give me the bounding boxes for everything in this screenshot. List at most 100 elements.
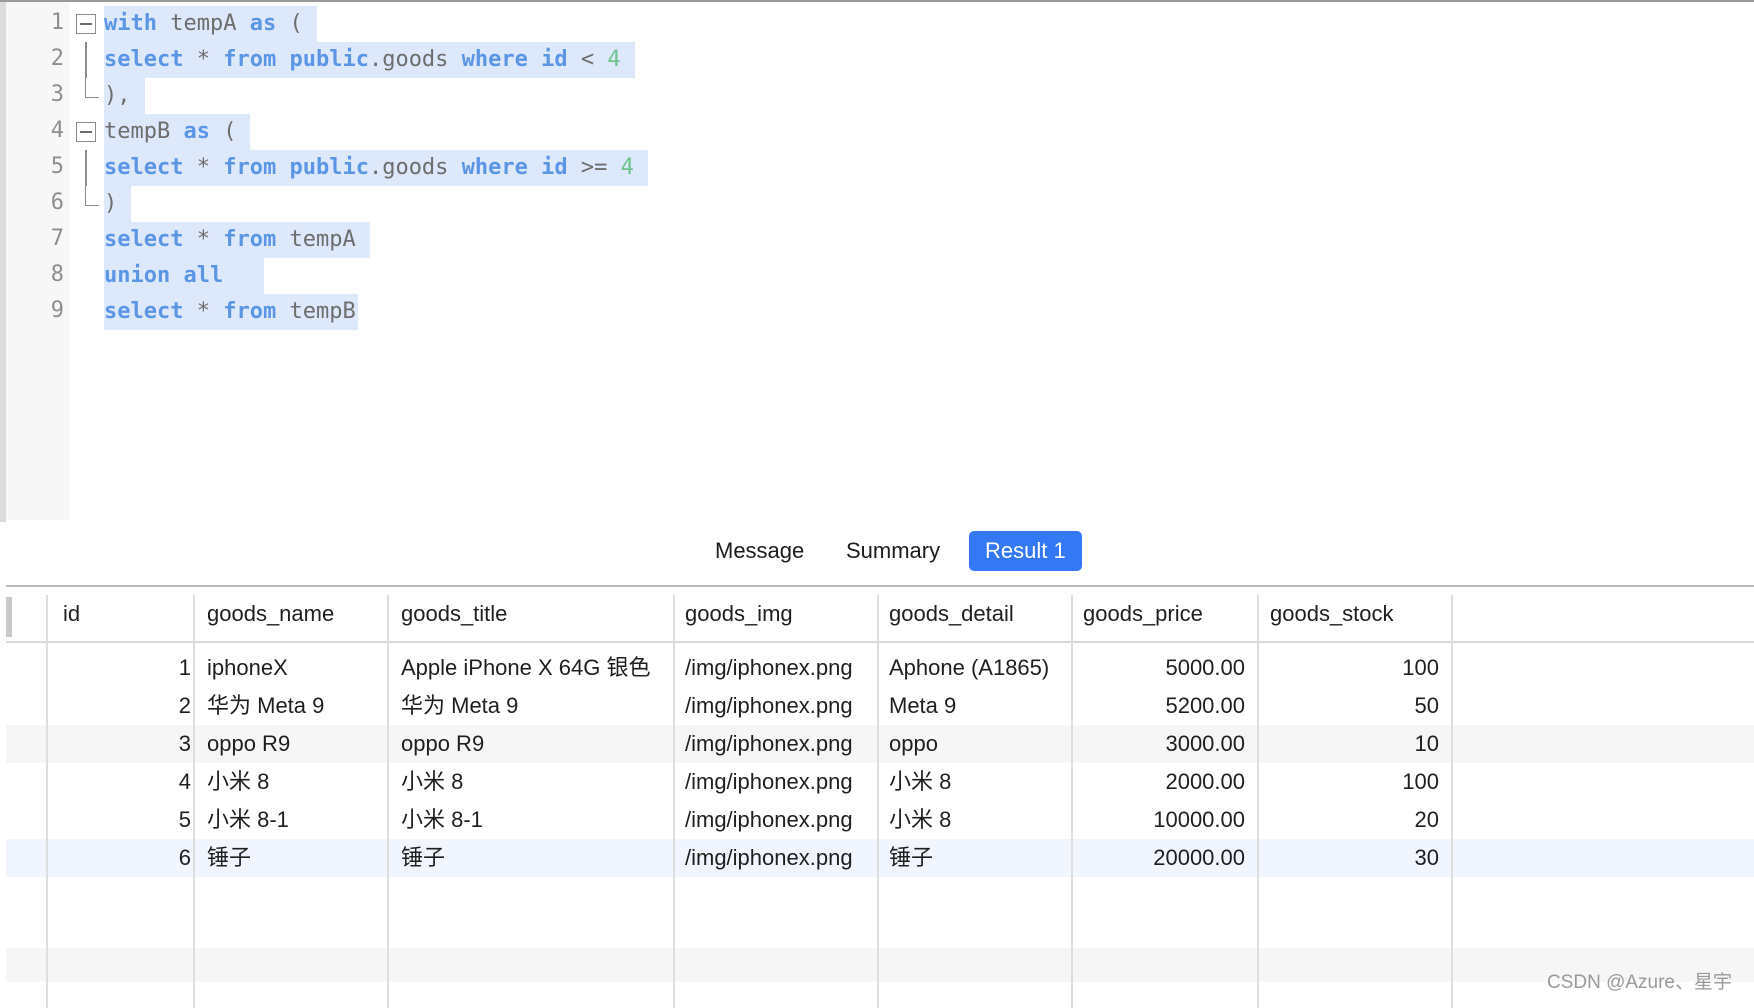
cell-goods-detail[interactable]: 锤子 [889,839,1069,877]
column-header-goods-price[interactable]: goods_price [1083,601,1203,627]
column-divider[interactable] [673,595,675,1008]
cell-goods-name[interactable]: 小米 8-1 [207,801,387,839]
cell-goods-title[interactable]: Apple iPhone X 64G 银色 [401,649,673,687]
cell-goods-detail[interactable]: Meta 9 [889,687,1069,725]
cell-goods-name[interactable]: iphoneX [207,649,387,687]
code-line[interactable]: 7 select * from tempA [0,222,1754,258]
tab-message[interactable]: Message [699,531,820,571]
cell-goods-price[interactable]: 20000.00 [1074,839,1245,877]
code-line[interactable]: 4 tempB as ( [0,114,1754,150]
empty-row [6,948,1754,982]
cell-goods-stock[interactable]: 100 [1261,649,1439,687]
cell-goods-title[interactable]: oppo R9 [401,725,673,763]
cell-goods-price[interactable]: 10000.00 [1074,801,1245,839]
table-row[interactable]: 3 oppo R9 oppo R9 /img/iphonex.png oppo … [6,725,1754,763]
cell-goods-stock[interactable]: 50 [1261,687,1439,725]
code-line[interactable]: 6 ) [0,186,1754,222]
line-number: 5 [50,154,64,179]
cell-id[interactable]: 4 [46,763,191,801]
line-number: 7 [50,226,64,251]
code-text[interactable]: ), [104,78,145,114]
cell-goods-stock[interactable]: 30 [1261,839,1439,877]
tab-summary[interactable]: Summary [830,531,956,571]
fold-toggle-icon[interactable] [76,14,96,34]
cell-goods-img[interactable]: /img/iphonex.png [685,649,877,687]
sql-editor[interactable]: 1 with tempA as ( 2 select * from public… [0,0,1754,522]
code-line[interactable]: 2 select * from public.goods where id < … [0,42,1754,78]
tab-result-1[interactable]: Result 1 [969,531,1082,571]
cell-goods-title[interactable]: 华为 Meta 9 [401,687,673,725]
result-tabs: Message Summary Result 1 [6,520,1754,586]
cell-id[interactable]: 1 [46,649,191,687]
cell-goods-stock[interactable]: 100 [1261,763,1439,801]
cell-goods-price[interactable]: 5000.00 [1074,649,1245,687]
fold-toggle-icon[interactable] [76,122,96,142]
column-divider[interactable] [877,595,879,1008]
column-divider[interactable] [1451,595,1453,1008]
cell-goods-img[interactable]: /img/iphonex.png [685,763,877,801]
code-text[interactable]: select * from public.goods where id < 4 [104,42,635,78]
column-header-id[interactable]: id [63,601,80,627]
line-number: 4 [50,118,64,143]
cell-goods-detail[interactable]: 小米 8 [889,801,1069,839]
cell-goods-img[interactable]: /img/iphonex.png [685,839,877,877]
column-header-goods-detail[interactable]: goods_detail [889,601,1014,627]
column-divider[interactable] [1257,595,1259,1008]
cell-goods-price[interactable]: 3000.00 [1074,725,1245,763]
cell-goods-name[interactable]: oppo R9 [207,725,387,763]
cell-goods-detail[interactable]: 小米 8 [889,763,1069,801]
cell-goods-detail[interactable]: oppo [889,725,1069,763]
code-line[interactable]: 1 with tempA as ( [0,6,1754,42]
line-number: 3 [50,82,64,107]
code-line[interactable]: 3 ), [0,78,1754,114]
code-text[interactable]: ) [104,186,132,222]
fold-end-guide [85,78,99,98]
code-text[interactable]: tempB as ( [104,114,251,150]
column-divider[interactable] [1071,595,1073,1008]
cell-id[interactable]: 5 [46,801,191,839]
code-text[interactable]: union all [104,258,264,294]
column-divider[interactable] [387,595,389,1008]
code-line[interactable]: 5 select * from public.goods where id >=… [0,150,1754,186]
cell-goods-img[interactable]: /img/iphonex.png [685,687,877,725]
cell-goods-title[interactable]: 锤子 [401,839,673,877]
code-text[interactable]: select * from tempB [104,294,358,330]
column-divider[interactable] [46,595,48,1008]
cell-goods-title[interactable]: 小米 8-1 [401,801,673,839]
watermark: CSDN @Azure、星宇 [1546,972,1732,993]
column-header-goods-name[interactable]: goods_name [207,601,334,627]
line-number: 9 [50,298,64,323]
column-divider[interactable] [193,595,195,1008]
cell-goods-img[interactable]: /img/iphonex.png [685,801,877,839]
cell-goods-detail[interactable]: Aphone (A1865) [889,649,1069,687]
cell-goods-price[interactable]: 5200.00 [1074,687,1245,725]
table-row[interactable]: 1 iphoneX Apple iPhone X 64G 银色 /img/iph… [6,649,1754,687]
code-text[interactable]: select * from public.goods where id >= 4 [104,150,648,186]
code-line[interactable]: 9 select * from tempB [0,294,1754,330]
table-row-selected[interactable]: 6 锤子 锤子 /img/iphonex.png 锤子 20000.00 30 [6,839,1754,877]
cell-id[interactable]: 2 [46,687,191,725]
code-text[interactable]: with tempA as ( [104,6,317,42]
cell-goods-stock[interactable]: 20 [1261,801,1439,839]
cell-goods-name[interactable]: 华为 Meta 9 [207,687,387,725]
code-line[interactable]: 8 union all [0,258,1754,294]
cell-goods-stock[interactable]: 10 [1261,725,1439,763]
column-header-goods-img[interactable]: goods_img [685,601,793,627]
cell-id[interactable]: 3 [46,725,191,763]
table-row[interactable]: 4 小米 8 小米 8 /img/iphonex.png 小米 8 2000.0… [6,763,1754,801]
cell-goods-img[interactable]: /img/iphonex.png [685,725,877,763]
cell-goods-title[interactable]: 小米 8 [401,763,673,801]
column-header-goods-title[interactable]: goods_title [401,601,507,627]
cell-goods-name[interactable]: 小米 8 [207,763,387,801]
cell-goods-name[interactable]: 锤子 [207,839,387,877]
result-grid[interactable]: 1 iphoneX Apple iPhone X 64G 银色 /img/iph… [6,587,1754,1008]
line-number: 8 [50,262,64,287]
cell-goods-price[interactable]: 2000.00 [1074,763,1245,801]
line-number: 6 [50,190,64,215]
table-row[interactable]: 5 小米 8-1 小米 8-1 /img/iphonex.png 小米 8 10… [6,801,1754,839]
cell-id[interactable]: 6 [46,839,191,877]
code-text[interactable]: select * from tempA [104,222,370,258]
line-number: 1 [50,10,64,35]
table-row[interactable]: 2 华为 Meta 9 华为 Meta 9 /img/iphonex.png M… [6,687,1754,725]
column-header-goods-stock[interactable]: goods_stock [1270,601,1394,627]
